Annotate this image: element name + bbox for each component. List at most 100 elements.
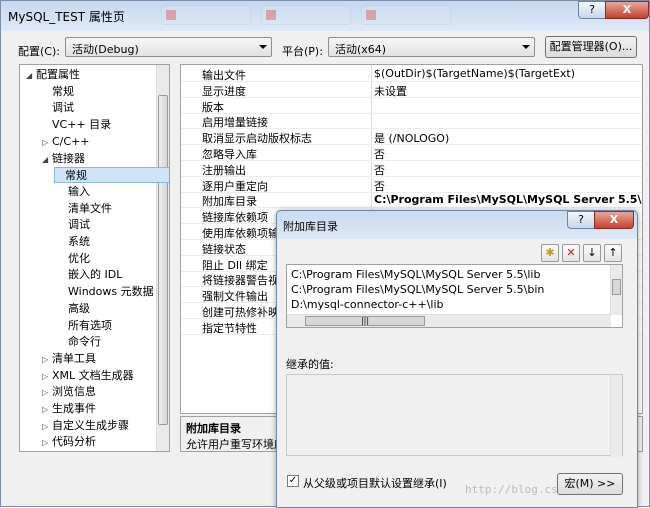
- tree-item[interactable]: 调试: [42, 100, 74, 116]
- move-up-icon[interactable]: ↑: [604, 244, 622, 262]
- new-line-icon[interactable]: ✱: [541, 244, 559, 262]
- description-title: 附加库目录: [186, 422, 241, 435]
- tree-item[interactable]: ▷ 代码分析: [42, 434, 96, 450]
- collapse-icon[interactable]: ◢: [26, 68, 36, 84]
- property-row[interactable]: 注册输出 否: [181, 161, 642, 178]
- inherited-values-box: [286, 374, 623, 457]
- tree-scrollbar[interactable]: [156, 65, 169, 451]
- tree-item[interactable]: 优化: [58, 251, 90, 267]
- expand-icon[interactable]: ▷: [42, 419, 52, 435]
- property-row[interactable]: 启用增量链接: [181, 113, 642, 130]
- title-bar[interactable]: MySQL_TEST 属性页 ? X: [1, 1, 650, 29]
- delete-icon[interactable]: ✕: [562, 244, 580, 262]
- tree-item[interactable]: ◢ 链接器: [42, 151, 85, 167]
- property-row[interactable]: 取消显示启动版权标志 是 (/NOLOGO): [181, 129, 642, 146]
- move-down-icon[interactable]: ↓: [583, 244, 601, 262]
- dialog-close-button[interactable]: X: [594, 211, 634, 229]
- property-name: 输出文件: [202, 69, 246, 82]
- property-row[interactable]: 附加库目录 C:\Program Files\MySQL\MySQL Server…: [181, 192, 642, 209]
- tree-item[interactable]: 所有选项: [58, 318, 112, 334]
- scroll-grip[interactable]: |||: [305, 316, 425, 326]
- property-name: 链接库依赖项: [202, 211, 268, 225]
- expand-icon[interactable]: ▷: [42, 435, 52, 451]
- property-name: 附加库目录: [202, 195, 257, 209]
- directory-list[interactable]: ||| C:\Program Files\MySQL\MySQL Server …: [286, 264, 623, 328]
- expand-icon[interactable]: ▷: [42, 352, 52, 368]
- tree-item[interactable]: 命令行: [58, 334, 101, 350]
- help-button[interactable]: ?: [578, 1, 606, 19]
- tree-item-label: 生成事件: [52, 402, 96, 415]
- property-value[interactable]: C:\Program Files\MySQL\MySQL Server 5.5\…: [374, 193, 642, 206]
- property-name: 忽略导入库: [202, 148, 257, 161]
- tree-item-label: VC++ 目录: [52, 118, 112, 132]
- property-value[interactable]: 是 (/NOLOGO): [374, 130, 449, 146]
- tree-item-label: XML 文档生成器: [52, 368, 134, 382]
- property-name: 注册输出: [202, 163, 246, 177]
- tree-item-label: 链接器: [52, 151, 85, 165]
- tree-item-label: C/C++: [52, 134, 90, 148]
- tree-item[interactable]: VC++ 目录: [42, 117, 111, 133]
- dialog-help-button[interactable]: ?: [567, 211, 595, 229]
- expand-icon[interactable]: ▷: [42, 369, 52, 385]
- expand-icon[interactable]: ▷: [42, 135, 52, 151]
- property-row[interactable]: 忽略导入库 否: [181, 145, 642, 162]
- macro-button[interactable]: 宏(M) >>: [557, 473, 623, 495]
- collapse-icon[interactable]: ◢: [42, 152, 52, 168]
- config-manager-button[interactable]: 配置管理器(O)...: [545, 36, 637, 58]
- property-value[interactable]: $(OutDir)$(TargetName)$(TargetExt): [374, 67, 575, 80]
- tree-item-label: 优化: [68, 251, 90, 265]
- property-row[interactable]: 显示进度 未设置: [181, 82, 642, 99]
- tree-item-label: 调试: [68, 218, 90, 232]
- additional-library-directories-dialog: 附加库目录 ? X ✱ ✕ ↓ ↑ ||| C:\Program Files\M…: [276, 210, 638, 508]
- expand-icon[interactable]: ▷: [42, 385, 52, 401]
- close-button[interactable]: X: [605, 1, 649, 19]
- tree-item-label: 自定义生成步骤: [52, 418, 129, 432]
- property-value[interactable]: 未设置: [374, 83, 407, 99]
- tree-item[interactable]: 输入: [58, 184, 90, 200]
- inherited-scrollbar[interactable]: [610, 375, 622, 457]
- tree-item[interactable]: 嵌入的 IDL: [58, 267, 122, 283]
- list-item[interactable]: C:\Program Files\MySQL\MySQL Server 5.5\…: [291, 268, 540, 281]
- tree-item-label: 命令行: [68, 335, 101, 349]
- chevron-down-icon: [259, 45, 267, 49]
- tree-item[interactable]: Windows 元数据: [58, 284, 154, 300]
- tree-item[interactable]: ▷ 自定义生成步骤: [42, 418, 129, 434]
- property-row[interactable]: 版本: [181, 98, 642, 114]
- property-row[interactable]: 输出文件 $(OutDir)$(TargetName)$(TargetExt): [181, 66, 642, 82]
- property-name: 启用增量链接: [202, 116, 268, 130]
- tree-item-label: 清单工具: [52, 351, 96, 365]
- platform-label: 平台(P):: [282, 45, 323, 58]
- tree-item-label: 嵌入的 IDL: [68, 268, 123, 282]
- tree-item[interactable]: ▷ 浏览信息: [42, 384, 96, 400]
- property-value[interactable]: 否: [374, 162, 385, 178]
- config-combo[interactable]: 活动(Debug): [65, 37, 272, 57]
- tree-item[interactable]: ▷ 生成事件: [42, 401, 96, 417]
- expand-icon[interactable]: ▷: [42, 402, 52, 418]
- inherit-checkbox[interactable]: ✓: [287, 475, 299, 487]
- tree-item[interactable]: 调试: [58, 217, 90, 233]
- tree-item[interactable]: ▷ 清单工具: [42, 351, 96, 367]
- tree-item[interactable]: 高级: [58, 301, 90, 317]
- property-value[interactable]: 否: [374, 178, 385, 194]
- tree-item[interactable]: 清单文件: [58, 201, 112, 217]
- list-horizontal-scrollbar[interactable]: |||: [287, 314, 611, 327]
- tree-item-label: 输入: [68, 184, 90, 198]
- property-row[interactable]: 逐用户重定向 否: [181, 177, 642, 194]
- property-name: 阻止 Dll 绑定: [202, 258, 268, 272]
- tree-item[interactable]: ◢ 配置属性: [26, 67, 80, 83]
- list-item[interactable]: D:\mysql-connector-c++\lib: [291, 298, 444, 311]
- property-name: 逐用户重定向: [202, 179, 268, 193]
- tree-item[interactable]: ▷ C/C++: [42, 134, 90, 150]
- property-value[interactable]: 否: [374, 146, 385, 162]
- tree-item[interactable]: 常规: [54, 167, 169, 184]
- list-item[interactable]: C:\Program Files\MySQL\MySQL Server 5.5\…: [291, 283, 544, 296]
- list-vertical-scrollbar[interactable]: [610, 265, 622, 315]
- tree-item-label: 清单文件: [68, 201, 112, 215]
- platform-combo[interactable]: 活动(x64): [328, 37, 535, 57]
- tree-item-label: 浏览信息: [52, 385, 96, 399]
- tree-item[interactable]: ▷ XML 文档生成器: [42, 368, 134, 384]
- inherit-checkbox-label[interactable]: 从父级或项目默认设置继承(I): [303, 475, 447, 491]
- tree-item[interactable]: 系统: [58, 234, 90, 250]
- property-tree: ◢ 配置属性 常规 调试 VC++ 目录 ▷ C/C++ ◢ 链接器 常规 输入 清单文件 调试 系统 优化…: [19, 64, 170, 452]
- tree-item[interactable]: 常规: [42, 84, 74, 100]
